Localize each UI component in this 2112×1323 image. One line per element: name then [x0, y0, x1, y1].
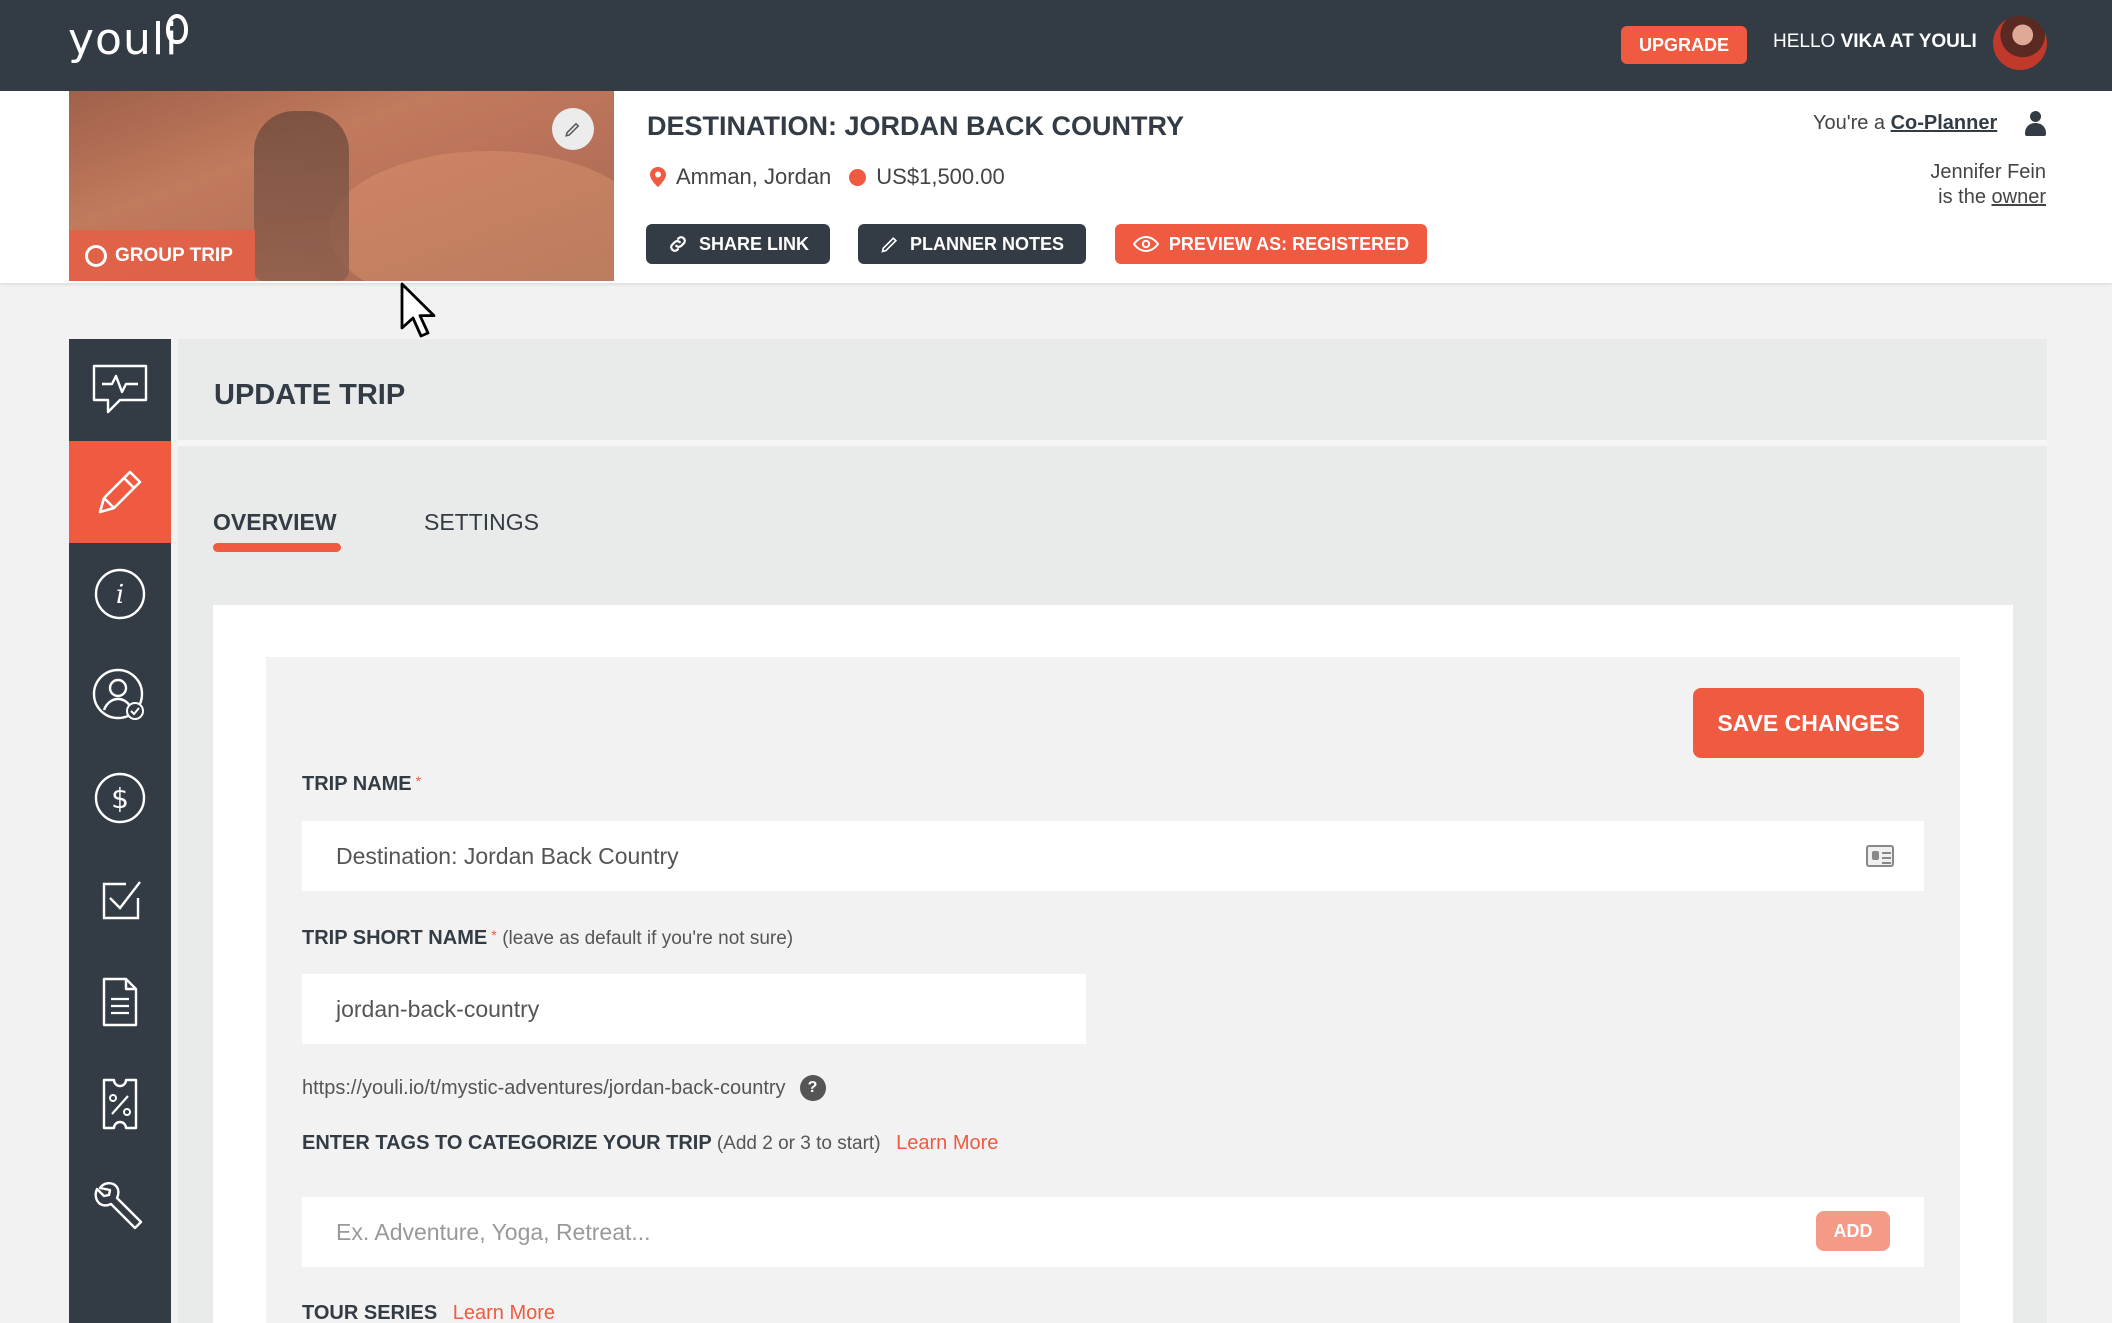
required-mark: *: [491, 927, 497, 943]
info-icon: i: [94, 568, 146, 620]
role-text: You're a Co-Planner: [1813, 112, 1997, 135]
form-card: SAVE CHANGES TRIP NAME * Destination: Jor…: [213, 605, 2013, 1323]
trip-location: Amman, Jordan: [676, 164, 832, 189]
trip-name-label: TRIP NAME *: [302, 773, 421, 796]
short-name-value: jordan-back-country: [336, 995, 540, 1022]
sidebar-item-tasks[interactable]: [69, 849, 171, 951]
photo-figure: [254, 111, 349, 281]
edit-photo-button[interactable]: [552, 108, 594, 150]
planner-notes-label: PLANNER NOTES: [909, 233, 1064, 254]
tour-series-learn-more-link[interactable]: Learn More: [453, 1302, 555, 1323]
wrench-icon: [94, 1182, 143, 1230]
role-prefix: You're a: [1813, 112, 1886, 134]
contact-card-icon: [1866, 845, 1894, 867]
balloon-icon: [166, 14, 188, 44]
trip-name-field[interactable]: Destination: Jordan Back Country: [302, 821, 1924, 891]
checkbox-icon: [102, 881, 141, 920]
required-mark: *: [415, 773, 422, 789]
group-icon: [85, 244, 107, 267]
tags-input[interactable]: Ex. Adventure, Yoga, Retreat... ADD: [302, 1197, 1924, 1267]
avatar[interactable]: [1993, 16, 2047, 70]
share-link-label: SHARE LINK: [698, 233, 809, 254]
link-icon: [670, 236, 686, 252]
trip-url: https://youli.io/t/mystic-adventures/jor…: [302, 1076, 786, 1099]
main-panel: UPDATE TRIP OVERVIEW SETTINGS SAVE CHANG…: [178, 339, 2047, 1323]
tags-label: ENTER TAGS TO CATEGORIZE YOUR TRIP (Add …: [302, 1132, 998, 1155]
mouse-cursor-icon: [400, 282, 436, 338]
user-check-icon: [92, 668, 144, 720]
main-title-bar: UPDATE TRIP: [178, 339, 2047, 446]
tour-series-label: TOUR SERIES Learn More: [302, 1302, 555, 1323]
trip-title: DESTINATION: JORDAN BACK COUNTRY: [647, 111, 1184, 141]
sidebar-item-documents[interactable]: [69, 951, 171, 1053]
active-tab-indicator: [213, 543, 341, 552]
trip-header: GROUP TRIP DESTINATION: JORDAN BACK COUN…: [0, 91, 2112, 283]
upgrade-button[interactable]: UPGRADE: [1621, 26, 1747, 64]
tab-overview[interactable]: OVERVIEW: [213, 509, 337, 536]
document-icon: [102, 977, 138, 1027]
svg-text:i: i: [116, 580, 124, 610]
pencil-icon: [98, 470, 142, 514]
sidebar-item-tools[interactable]: [69, 1155, 171, 1257]
user-name: VIKA AT YOULI: [1840, 31, 1977, 52]
sidebar: i $: [69, 339, 171, 1323]
location-pin-icon: [650, 167, 666, 187]
trip-price: US$1,500.00: [876, 164, 1005, 189]
tour-series-label-text: TOUR SERIES: [302, 1302, 438, 1323]
sidebar-item-edit[interactable]: [69, 441, 171, 543]
share-link-button[interactable]: SHARE LINK: [646, 224, 830, 264]
tags-placeholder: Ex. Adventure, Yoga, Retreat...: [336, 1218, 651, 1245]
short-name-label-text: TRIP SHORT NAME: [302, 927, 488, 949]
trip-name-value: Destination: Jordan Back Country: [336, 842, 679, 869]
co-planner-link[interactable]: Co-Planner: [1891, 112, 1998, 134]
short-name-hint: (leave as default if you're not sure): [502, 928, 794, 949]
owner-name: Jennifer Fein: [1930, 161, 2046, 183]
discount-ticket-icon: [102, 1078, 138, 1130]
trip-meta: Amman, Jordan US$1,500.00: [650, 164, 1005, 190]
photo-dune: [329, 151, 614, 281]
tags-hint: (Add 2 or 3 to start): [716, 1133, 881, 1154]
user-icon: [2024, 111, 2046, 137]
greeting-prefix: HELLO: [1773, 31, 1836, 52]
tags-learn-more-link[interactable]: Learn More: [896, 1132, 998, 1154]
sidebar-item-info[interactable]: i: [69, 543, 171, 645]
group-trip-badge: GROUP TRIP: [69, 230, 255, 281]
preview-as-label: PREVIEW AS: REGISTERED: [1168, 233, 1410, 254]
sidebar-item-pricing[interactable]: $: [69, 747, 171, 849]
owner-link[interactable]: owner: [1992, 186, 2046, 208]
short-name-label: TRIP SHORT NAME * (leave as default if yo…: [302, 927, 793, 950]
user-greeting[interactable]: HELLO VIKA AT YOULI: [1773, 31, 1977, 53]
eye-icon: [1132, 235, 1159, 253]
planner-notes-button[interactable]: PLANNER NOTES: [858, 224, 1086, 264]
trip-form: SAVE CHANGES TRIP NAME * Destination: Jor…: [266, 657, 1960, 1323]
top-navbar: youli UPGRADE HELLO VIKA AT YOULI: [0, 0, 2112, 91]
pencil-icon: [881, 236, 897, 253]
price-icon: [849, 168, 867, 186]
pencil-icon: [565, 122, 580, 137]
sidebar-item-travelers[interactable]: [69, 645, 171, 747]
sidebar-item-activity[interactable]: [69, 339, 171, 441]
owner-prefix: is the: [1938, 186, 1986, 208]
page-title: UPDATE TRIP: [214, 379, 406, 411]
chat-activity-icon: [92, 364, 148, 414]
owner-line: is the owner: [1938, 186, 2046, 209]
svg-text:$: $: [111, 782, 129, 815]
group-trip-label: GROUP TRIP: [115, 244, 233, 266]
trip-name-label-text: TRIP NAME: [302, 773, 412, 795]
save-changes-button[interactable]: SAVE CHANGES: [1693, 688, 1924, 758]
tab-settings[interactable]: SETTINGS: [424, 509, 539, 536]
add-tag-button[interactable]: ADD: [1816, 1211, 1890, 1251]
trip-cover-photo: GROUP TRIP: [69, 91, 614, 281]
dollar-icon: $: [94, 772, 146, 824]
preview-as-button[interactable]: PREVIEW AS: REGISTERED: [1115, 224, 1427, 264]
sidebar-item-discounts[interactable]: [69, 1053, 171, 1155]
short-name-field[interactable]: jordan-back-country: [302, 974, 1086, 1044]
youli-logo[interactable]: youli: [68, 14, 178, 65]
trip-url-line: https://youli.io/t/mystic-adventures/jor…: [302, 1075, 826, 1101]
help-icon[interactable]: ?: [799, 1075, 826, 1101]
tags-label-text: ENTER TAGS TO CATEGORIZE YOUR TRIP: [302, 1132, 712, 1154]
